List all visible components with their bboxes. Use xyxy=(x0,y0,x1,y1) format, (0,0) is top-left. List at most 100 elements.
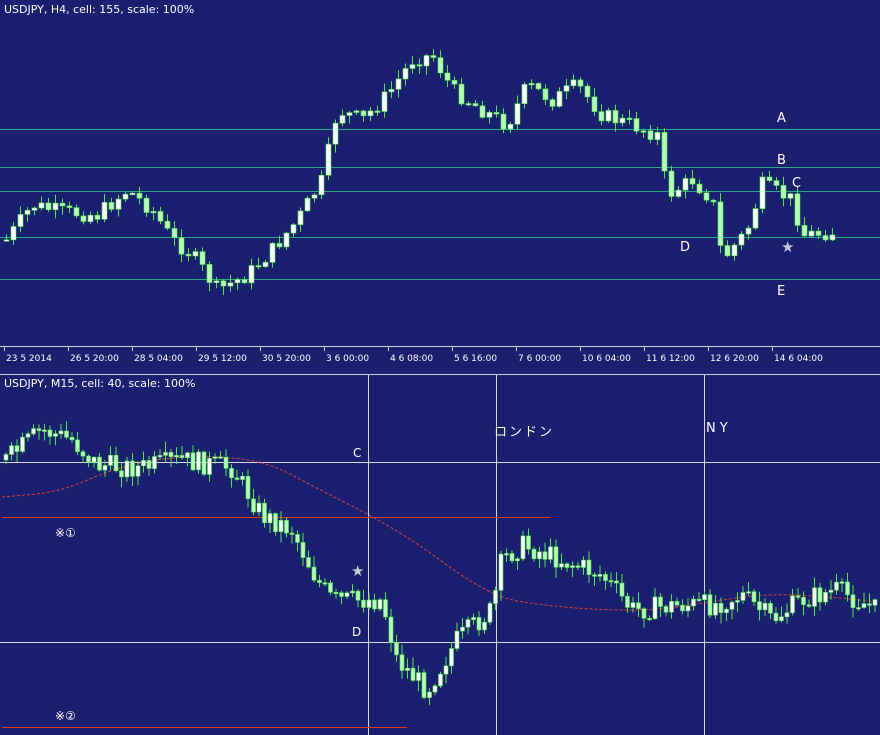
candle-bullish xyxy=(25,433,31,438)
candle-bearish xyxy=(201,451,207,475)
candle-bullish xyxy=(738,233,745,246)
candle-bearish xyxy=(75,439,80,452)
bottom-star-icon: ★ xyxy=(351,562,364,580)
candle-bearish xyxy=(14,445,20,452)
candle-bearish xyxy=(73,207,80,217)
candle-bullish xyxy=(332,122,339,145)
candle-bearish xyxy=(806,604,812,607)
candle-bearish xyxy=(822,235,829,241)
candle-bullish xyxy=(443,665,449,675)
candle-bullish xyxy=(31,428,36,435)
candle-bullish xyxy=(377,599,383,610)
bottom-level-d-label: D xyxy=(352,625,361,639)
candle-bearish xyxy=(817,587,823,603)
candle-bullish xyxy=(150,211,157,214)
candle-bullish xyxy=(124,460,130,478)
candle-bearish xyxy=(757,601,762,611)
candle-bearish xyxy=(850,594,856,608)
candle-bearish xyxy=(647,130,654,140)
candle-bullish xyxy=(58,430,64,435)
candle-bearish xyxy=(815,230,822,236)
candle-bullish xyxy=(823,592,828,603)
candle-bullish xyxy=(454,630,460,649)
candle-bearish xyxy=(458,83,465,105)
candle-bullish xyxy=(482,621,487,631)
candle-bearish xyxy=(636,602,641,610)
candle-bearish xyxy=(472,103,479,107)
candle-bearish xyxy=(333,591,339,595)
note-2-label: ※② xyxy=(55,709,76,723)
candle-bearish xyxy=(130,460,135,477)
candle-bullish xyxy=(278,520,284,532)
candle-bullish xyxy=(402,68,409,80)
candle-bullish xyxy=(388,89,395,93)
candle-bearish xyxy=(306,557,311,568)
candle-bullish xyxy=(514,103,521,125)
candle-bullish xyxy=(9,445,14,455)
candle-bullish xyxy=(122,193,129,200)
candle-bearish xyxy=(773,180,780,186)
candle-bullish xyxy=(311,194,318,199)
chart-canvas[interactable]: USDJPY, H4, cell: 155, scale: 100% USDJP… xyxy=(0,0,880,735)
candle-bullish xyxy=(256,502,262,513)
candle-bearish xyxy=(535,83,542,90)
candle-bullish xyxy=(87,214,94,222)
bottom-level-c-label: C xyxy=(353,446,361,460)
candle-bearish xyxy=(36,428,42,431)
candle-bearish xyxy=(388,616,394,643)
candle-bearish xyxy=(801,596,806,605)
candle-bearish xyxy=(500,113,507,130)
candle-bullish xyxy=(520,535,526,560)
candle-bullish xyxy=(746,591,751,594)
candle-bearish xyxy=(80,215,87,222)
candle-bullish xyxy=(630,602,636,608)
candle-bearish xyxy=(317,579,322,583)
candle-bearish xyxy=(603,574,608,581)
candle-bearish xyxy=(108,202,115,210)
candle-bullish xyxy=(493,589,498,604)
x-tick-label: 7 6 00:00 xyxy=(518,354,561,364)
candle-bearish xyxy=(273,513,278,533)
candle-bearish xyxy=(542,551,548,560)
candle-bearish xyxy=(374,110,381,113)
candle-bearish xyxy=(251,498,256,513)
candle-bearish xyxy=(674,601,680,606)
x-tick-label: 3 6 00:00 xyxy=(326,354,369,364)
candle-bearish xyxy=(394,642,399,656)
candle-bullish xyxy=(108,454,113,466)
candle-bearish xyxy=(801,225,808,237)
note-1-label: ※① xyxy=(55,526,76,540)
candle-bullish xyxy=(438,673,443,687)
candle-bearish xyxy=(766,176,773,181)
candle-bearish xyxy=(234,477,240,480)
level-b-label: B xyxy=(777,153,786,168)
candle-bullish xyxy=(605,110,612,122)
candle-bullish xyxy=(38,202,45,209)
candle-bearish xyxy=(223,456,229,469)
candle-bearish xyxy=(531,548,537,560)
candle-bearish xyxy=(136,192,143,199)
candle-bullish xyxy=(395,78,402,90)
candle-bearish xyxy=(185,253,192,257)
candle-bearish xyxy=(867,603,872,606)
london-session-label: ロンドン xyxy=(494,425,554,440)
candle-bullish xyxy=(861,603,867,608)
candle-bearish xyxy=(157,211,164,222)
candle-bullish xyxy=(240,475,245,480)
candle-bearish xyxy=(143,197,150,213)
candle-bullish xyxy=(350,590,355,594)
candle-bearish xyxy=(245,475,251,499)
candle-bullish xyxy=(10,226,17,241)
candle-bullish xyxy=(787,193,794,199)
candle-bearish xyxy=(592,574,597,577)
candle-bullish xyxy=(196,451,201,471)
candle-bearish xyxy=(430,55,437,58)
candle-bearish xyxy=(372,599,377,610)
candle-bullish xyxy=(366,599,372,608)
candle-bullish xyxy=(20,436,25,452)
candle-bullish xyxy=(829,234,836,241)
candle-bearish xyxy=(619,582,625,597)
candle-bullish xyxy=(283,232,290,248)
candle-bearish xyxy=(717,201,724,246)
candle-bearish xyxy=(696,598,702,602)
